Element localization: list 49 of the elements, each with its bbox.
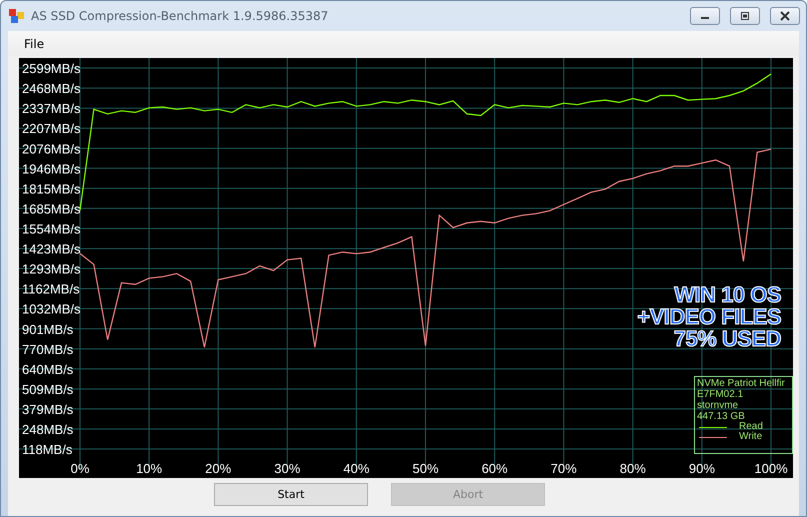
y-axis-label: 1032MB/s [22, 302, 81, 317]
y-axis-label: 2337MB/s [22, 101, 81, 116]
y-axis-label: 1162MB/s [22, 282, 80, 297]
menu-item[interactable]: File [18, 34, 50, 52]
x-axis-label: 20% [205, 461, 232, 476]
y-axis-label: 2207MB/s [22, 121, 81, 136]
y-axis-label: 379MB/s [22, 402, 74, 417]
annotation-text: WIN 10 OS [674, 284, 781, 306]
x-axis-label: 90% [688, 461, 715, 476]
x-axis-label: 30% [274, 461, 300, 476]
x-axis-label: 80% [620, 461, 646, 476]
y-axis-label: 2599MB/s [22, 61, 81, 76]
x-axis-label: 40% [343, 461, 370, 476]
y-axis-label: 901MB/s [22, 322, 74, 337]
minimize-button[interactable] [690, 7, 720, 25]
device-info-text: E7FM02.1 [697, 389, 744, 400]
annotation-text: +VIDEO FILES [637, 306, 781, 328]
start-button[interactable]: Start [214, 483, 368, 506]
app-icon [9, 9, 25, 23]
y-axis-label: 1815MB/s [22, 181, 81, 196]
y-axis-label: 2468MB/s [22, 81, 81, 96]
x-axis-label: 50% [412, 461, 439, 476]
x-axis-label: 100% [754, 461, 788, 476]
maximize-button[interactable] [730, 7, 760, 25]
legend-label: Write [739, 432, 762, 442]
y-axis-label: 640MB/s [22, 362, 74, 377]
x-axis-label: 0% [70, 461, 90, 476]
y-axis-label: 1946MB/s [22, 161, 81, 176]
y-axis-label: 1554MB/s [22, 221, 81, 236]
maximize-icon [740, 12, 750, 20]
device-info-text: 447.13 GB [697, 411, 745, 422]
window-title: AS SSD Compression-Benchmark 1.9.5986.35387 [31, 9, 330, 23]
y-axis-label: 509MB/s [22, 382, 74, 397]
y-axis-label: 1423MB/s [22, 242, 81, 257]
y-axis-label: 1685MB/s [22, 201, 81, 216]
y-axis-label: 1293MB/s [22, 262, 81, 277]
device-info-text: stornvme [697, 400, 740, 411]
y-axis-label: 2076MB/s [22, 141, 81, 156]
legend-label: Read [739, 422, 763, 432]
x-axis-label: 10% [136, 461, 162, 476]
annotation-text: 75% USED [674, 328, 781, 350]
y-axis-label: 118MB/s [22, 442, 72, 457]
device-info-text: NVMe Patriot Hellfir [697, 378, 786, 389]
y-axis-label: 770MB/s [22, 342, 74, 357]
x-axis-label: 70% [550, 461, 577, 476]
close-icon [780, 11, 790, 21]
x-axis-label: 60% [482, 461, 508, 476]
y-axis-label: 248MB/s [22, 422, 74, 438]
close-button[interactable] [770, 7, 800, 25]
